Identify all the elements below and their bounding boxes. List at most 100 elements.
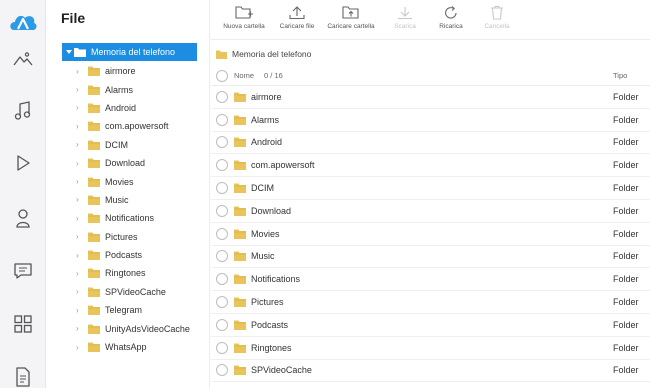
table-row[interactable]: Podcasts Folder [211, 314, 650, 337]
nav-music[interactable] [0, 96, 46, 126]
tree-item[interactable]: › Movies [76, 172, 226, 190]
chevron-right-icon: › [76, 268, 79, 278]
nav-apps[interactable] [0, 309, 46, 339]
tree-item[interactable]: › WhatsApp [76, 338, 226, 356]
tree-item[interactable]: › Download [76, 154, 226, 172]
breadcrumb-item[interactable]: Memoria del telefono [232, 49, 311, 59]
row-checkbox[interactable] [216, 113, 228, 126]
table-row[interactable]: Pictures Folder [211, 291, 650, 314]
tree-item[interactable]: › airmore [76, 62, 226, 80]
name-column-header[interactable]: Nome [234, 71, 254, 80]
new-folder-button[interactable]: Nuova cartella [217, 5, 271, 30]
row-checkbox[interactable] [216, 250, 228, 263]
tree-item[interactable]: › Telegram [76, 301, 226, 319]
type-column-header[interactable]: Tipo [613, 71, 650, 80]
table-row[interactable]: Music Folder [211, 246, 650, 269]
tree-item[interactable]: › UnityAdsVideoCache [76, 319, 226, 337]
row-checkbox[interactable] [216, 318, 228, 331]
delete-button[interactable]: Cancella [470, 5, 524, 30]
folder-icon [234, 343, 246, 353]
tree-item-label: WhatsApp [105, 342, 147, 353]
app-rail [0, 0, 46, 388]
chevron-right-icon: › [76, 287, 79, 297]
tree-item[interactable]: › Ringtones [76, 264, 226, 282]
caret-down-icon [66, 50, 72, 54]
row-checkbox[interactable] [216, 341, 228, 354]
row-checkbox[interactable] [216, 182, 228, 195]
tree-item[interactable]: › Notifications [76, 209, 226, 227]
table-row[interactable]: airmore Folder [211, 86, 650, 109]
row-checkbox[interactable] [216, 296, 228, 309]
new-folder-label: Nuova cartella [223, 23, 265, 30]
video-icon [17, 155, 30, 171]
folder-icon [88, 103, 100, 113]
nav-contacts[interactable] [0, 203, 46, 233]
row-checkbox[interactable] [216, 204, 228, 217]
table-row[interactable]: Alarms Folder [211, 109, 650, 132]
folder-icon [88, 213, 100, 224]
breadcrumb: Memoria del telefono [216, 47, 311, 61]
name-cell: Download [234, 206, 613, 216]
folder-icon [88, 324, 100, 334]
upload-folder-button[interactable]: Caricare cartella [324, 5, 378, 30]
tree-item[interactable]: › DCIM [76, 136, 226, 154]
photos-icon [13, 52, 33, 66]
file-type: Folder [613, 160, 639, 171]
chevron-right-icon: › [76, 121, 79, 131]
file-type: Folder [613, 183, 639, 194]
tree-item[interactable]: › Music [76, 191, 226, 209]
table-row[interactable]: Movies Folder [211, 223, 650, 246]
table-row[interactable]: Notifications Folder [211, 268, 650, 292]
table-row[interactable]: Download Folder [211, 200, 650, 223]
tree-item[interactable]: › com.apowersoft [76, 117, 226, 135]
chevron-right-icon: › [76, 103, 79, 113]
file-type: Folder [613, 137, 639, 148]
table-row[interactable]: DCIM Folder [211, 177, 650, 200]
tree-list: › airmore › Alarms › Android › com.apowersoft › D… [76, 62, 226, 356]
tree-item-label: Alarms [105, 84, 134, 95]
chevron-right-icon: › [76, 140, 79, 150]
tree-item[interactable]: › Pictures [76, 228, 226, 246]
file-name: airmore [251, 91, 282, 102]
name-cell: DCIM [234, 183, 613, 194]
row-checkbox[interactable] [216, 136, 228, 149]
folder-upload-icon [342, 6, 359, 19]
row-checkbox[interactable] [216, 364, 228, 377]
nav-video[interactable] [0, 148, 46, 178]
music-icon [14, 101, 31, 120]
page-title: File [61, 10, 86, 26]
upload-file-button[interactable]: Caricare file [270, 5, 324, 30]
tree-item[interactable]: › Alarms [76, 80, 226, 98]
row-checkbox[interactable] [216, 90, 228, 103]
file-type: Folder [613, 274, 639, 285]
tree-item[interactable]: › SPVideoCache [76, 283, 226, 301]
row-checkbox[interactable] [216, 273, 228, 286]
folder-icon [88, 250, 100, 261]
table-row[interactable]: Android Folder [211, 132, 650, 155]
tree-root-phone-memory[interactable]: Memoria del telefono [62, 43, 197, 61]
file-name: DCIM [251, 183, 274, 194]
trash-icon [491, 5, 503, 20]
file-type: Folder [613, 365, 639, 376]
table-header: Nome 0 / 16 Tipo [211, 66, 650, 86]
folder-icon [88, 158, 100, 169]
row-checkbox[interactable] [216, 159, 228, 172]
tree-item[interactable]: › Podcasts [76, 246, 226, 264]
table-row[interactable]: com.apowersoft Folder [211, 154, 650, 178]
nav-messages[interactable] [0, 256, 46, 286]
folder-icon [234, 183, 246, 194]
nav-photos[interactable] [0, 44, 46, 74]
table-row[interactable]: Ringtones Folder [211, 337, 650, 360]
tree-item[interactable]: › Android [76, 99, 226, 117]
select-all-checkbox[interactable] [216, 69, 228, 82]
nav-files[interactable] [0, 362, 46, 388]
tree-item-label: Movies [105, 176, 134, 187]
folder-icon [88, 195, 100, 205]
chevron-right-icon: › [76, 305, 79, 315]
table-row[interactable]: SPVideoCache Folder [211, 360, 650, 383]
file-name: Download [251, 205, 292, 216]
row-checkbox[interactable] [216, 227, 228, 240]
chevron-right-icon: › [76, 250, 79, 260]
file-type: Folder [613, 91, 639, 102]
tree-item-label: DCIM [105, 139, 128, 150]
